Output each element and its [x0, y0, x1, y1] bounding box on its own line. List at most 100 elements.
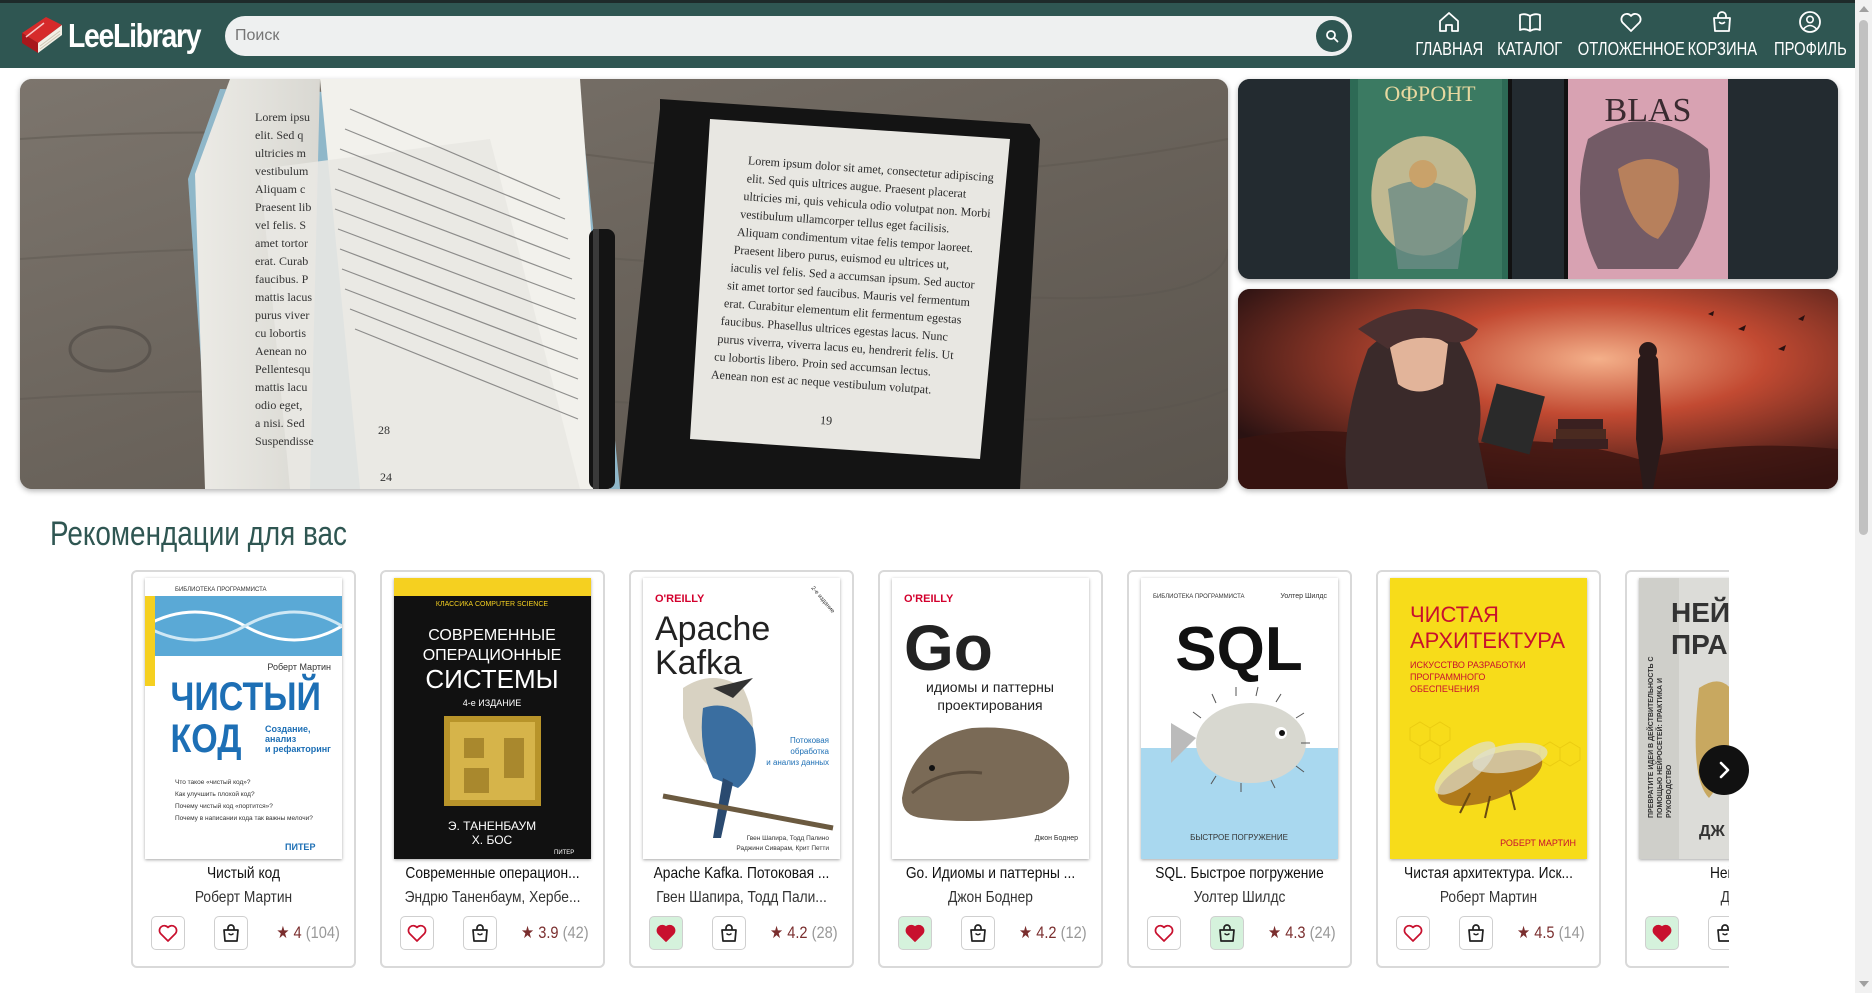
svg-text:ПРАК: ПРАК [1671, 629, 1729, 660]
rating-count: (12) [1060, 923, 1087, 942]
svg-text:АРХИТЕКТУРА: АРХИТЕКТУРА [1410, 628, 1565, 653]
nav-catalog-label: КАТАЛОГ [1497, 39, 1563, 59]
svg-text:ЧИСТАЯ: ЧИСТАЯ [1410, 602, 1499, 627]
book-cover[interactable]: КЛАССИКА COMPUTER SCIENCE СОВРЕМЕННЫЕ ОП… [394, 578, 591, 859]
svg-text:Go: Go [904, 612, 993, 684]
svg-text:СОВРЕМЕННЫЕ: СОВРЕМЕННЫЕ [428, 627, 556, 644]
svg-text:vestibulum: vestibulum [255, 164, 309, 178]
book-title[interactable]: Apache Kafka. Потоковая ... [650, 865, 833, 883]
book-author[interactable]: Джон Боднер [899, 889, 1082, 907]
nav-catalog[interactable]: КАТАЛОГ [1490, 9, 1569, 60]
svg-text:ДЖ: ДЖ [1699, 823, 1725, 840]
favorite-button[interactable] [400, 916, 434, 950]
add-to-cart-button[interactable] [1708, 916, 1729, 950]
main-banner[interactable]: Lorem ipsu elit. Sed q ultricies m vesti… [20, 79, 1228, 489]
add-to-cart-button[interactable] [1210, 916, 1244, 950]
svg-text:ЧИСТЫЙ: ЧИСТЫЙ [171, 673, 321, 718]
favorite-button[interactable] [151, 916, 185, 950]
nav-home[interactable]: ГЛАВНАЯ [1408, 9, 1491, 60]
clean-architecture-cover-image: ЧИСТАЯ АРХИТЕКТУРА ИСКУССТВО РАЗРАБОТКИ … [1390, 578, 1587, 859]
book-author[interactable]: Уолтер Шилдс [1148, 889, 1331, 907]
nav-favorites[interactable]: ОТЛОЖЕННОЕ [1566, 9, 1697, 60]
add-to-cart-button[interactable] [712, 916, 746, 950]
svg-text:Уолтер Шилдс: Уолтер Шилдс [1280, 593, 1327, 600]
book-author[interactable]: Роберт Мартин [1397, 889, 1580, 907]
book-title[interactable]: SQL. Быстрое погружение [1148, 865, 1331, 883]
star-icon: ★ [276, 923, 290, 942]
book-card[interactable]: O'REILLY 2-е издание Apache Kafka Потоко… [629, 570, 854, 968]
svg-text:ultricies m: ultricies m [255, 146, 307, 160]
book-card[interactable]: БИБЛИОТЕКА ПРОГРАММИСТА Роберт Мартин ЧИ… [131, 570, 356, 968]
nav-cart[interactable]: КОРЗИНА [1680, 9, 1765, 60]
favorite-button[interactable] [898, 916, 932, 950]
search-button[interactable] [1316, 20, 1348, 52]
book-title[interactable]: Чистый код [152, 865, 335, 883]
favorite-button[interactable] [1147, 916, 1181, 950]
svg-text:и рефакторинг: и рефакторинг [265, 744, 331, 754]
book-author[interactable]: Эндрю Таненбаум, Хербе... [401, 889, 584, 907]
svg-text:SQL: SQL [1175, 615, 1302, 684]
book-title[interactable]: Современные операцион... [401, 865, 584, 883]
book-cover[interactable]: БИБЛИОТЕКА ПРОГРАММИСТА Уолтер Шилдс SQL… [1141, 578, 1338, 859]
svg-text:БИБЛИОТЕКА ПРОГРАММИСТА: БИБЛИОТЕКА ПРОГРАММИСТА [175, 587, 267, 593]
book-title[interactable]: Нейросе [1646, 865, 1729, 883]
scroll-down-arrow-icon[interactable] [1859, 981, 1869, 987]
search-input[interactable] [225, 18, 1285, 54]
add-to-cart-button[interactable] [1459, 916, 1493, 950]
logo[interactable]: LeeLibrary [16, 11, 222, 61]
svg-text:РОБЕРТ МАРТИН: РОБЕРТ МАРТИН [1500, 838, 1576, 848]
rating-count: (14) [1558, 923, 1585, 942]
book-rating: ★ 4.2 (28) [770, 923, 838, 943]
svg-text:Что такое «чистый код»?: Что такое «чистый код»? [175, 778, 251, 786]
svg-text:Х. БОС: Х. БОС [472, 833, 513, 847]
svg-text:и анализ данных: и анализ данных [766, 758, 829, 767]
add-to-cart-button[interactable] [214, 916, 248, 950]
svg-text:O'REILLY: O'REILLY [655, 593, 705, 605]
add-to-cart-button[interactable] [961, 916, 995, 950]
heart-icon [1403, 924, 1423, 942]
add-to-cart-button[interactable] [463, 916, 497, 950]
rating-count: (24) [1309, 923, 1336, 942]
svg-text:ОПЕРАЦИОННЫЕ: ОПЕРАЦИОННЫЕ [423, 647, 562, 664]
featured-covers-banner[interactable]: ОФРОНТ BLAS [1238, 79, 1838, 279]
svg-text:анализ: анализ [265, 734, 297, 744]
book-cover[interactable]: БИБЛИОТЕКА ПРОГРАММИСТА Роберт Мартин ЧИ… [145, 578, 342, 859]
book-card[interactable]: O'REILLY Go идиомы и паттерны проектиров… [878, 570, 1103, 968]
favorite-button[interactable] [1396, 916, 1430, 950]
svg-text:Aenean no: Aenean no [255, 344, 307, 358]
page-scrollbar[interactable] [1855, 0, 1872, 993]
book-cover[interactable]: O'REILLY Go идиомы и паттерны проектиров… [892, 578, 1089, 859]
book-author[interactable]: Джей [1646, 889, 1729, 907]
clean-code-cover-image: БИБЛИОТЕКА ПРОГРАММИСТА Роберт Мартин ЧИ… [145, 578, 342, 859]
favorite-button[interactable] [1645, 916, 1679, 950]
book-author[interactable]: Гвен Шапира, Тодд Пали... [650, 889, 833, 907]
carousel-next-button[interactable] [1699, 745, 1749, 795]
book-cover[interactable]: НЕЙ ПРАК ПРЕВРАТИТЕ ИДЕИ В ДЕЙСТВИТЕЛЬНО… [1639, 578, 1729, 859]
svg-text:odio eget,: odio eget, [255, 398, 302, 412]
book-cover[interactable]: O'REILLY 2-е издание Apache Kafka Потоко… [643, 578, 840, 859]
book-title[interactable]: Go. Идиомы и паттерны ... [899, 865, 1082, 883]
svg-text:purus viver: purus viver [255, 308, 309, 322]
scroll-up-arrow-icon[interactable] [1859, 6, 1869, 12]
book-open-icon [1518, 13, 1541, 32]
neural-networks-cover-image: НЕЙ ПРАК ПРЕВРАТИТЕ ИДЕИ В ДЕЙСТВИТЕЛЬНО… [1639, 578, 1729, 859]
shopping-bag-icon [970, 924, 986, 942]
book-card[interactable]: ЧИСТАЯ АРХИТЕКТУРА ИСКУССТВО РАЗРАБОТКИ … [1376, 570, 1601, 968]
reading-girl-banner[interactable] [1238, 289, 1838, 489]
book-card[interactable]: КЛАССИКА COMPUTER SCIENCE СОВРЕМЕННЫЕ ОП… [380, 570, 605, 968]
book-card[interactable]: БИБЛИОТЕКА ПРОГРАММИСТА Уолтер Шилдс SQL… [1127, 570, 1352, 968]
scroll-thumb[interactable] [1859, 20, 1868, 535]
svg-text:Как улучшить плохой код?: Как улучшить плохой код? [175, 790, 255, 798]
svg-text:Pellentesqu: Pellentesqu [255, 362, 310, 376]
svg-text:Создание,: Создание, [265, 724, 311, 734]
reading-girl-illustration-image [1238, 289, 1838, 489]
book-title[interactable]: Чистая архитектура. Иск... [1397, 865, 1580, 883]
nav-profile[interactable]: ПРОФИЛЬ [1766, 9, 1855, 60]
svg-text:24: 24 [380, 470, 392, 484]
favorite-button[interactable] [649, 916, 683, 950]
star-icon: ★ [1268, 923, 1282, 942]
svg-text:РУКОВОДСТВО: РУКОВОДСТВО [1666, 764, 1673, 818]
search-bar [225, 16, 1352, 56]
book-author[interactable]: Роберт Мартин [152, 889, 335, 907]
book-cover[interactable]: ЧИСТАЯ АРХИТЕКТУРА ИСКУССТВО РАЗРАБОТКИ … [1390, 578, 1587, 859]
